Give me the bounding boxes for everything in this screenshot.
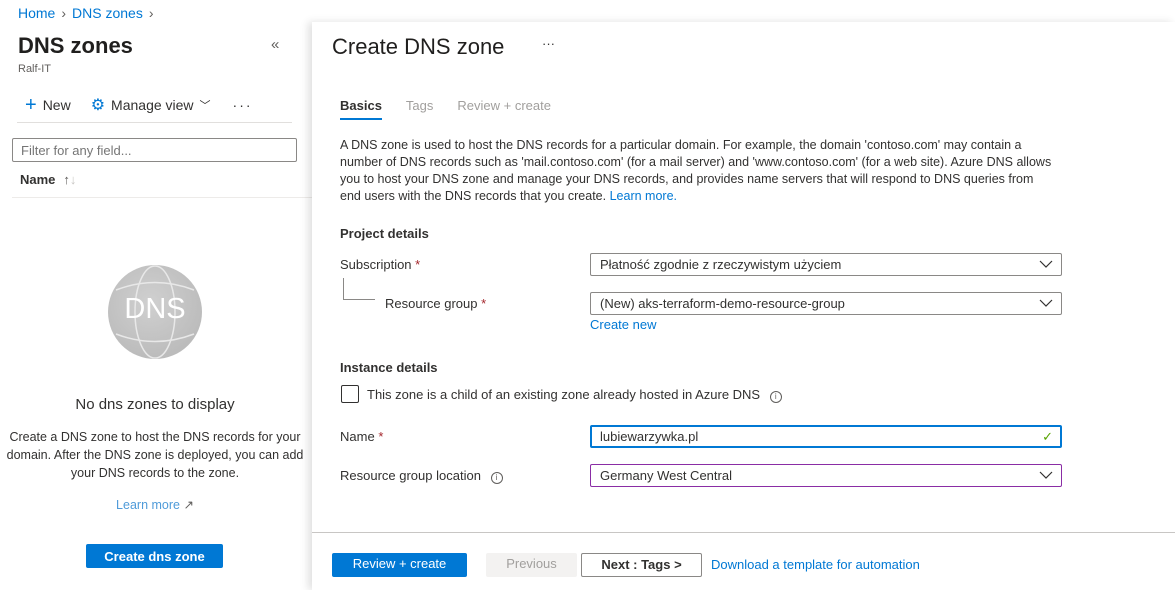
manage-view-button[interactable]: ⚙ Manage view ﹀ bbox=[91, 95, 211, 115]
location-value: Germany West Central bbox=[600, 468, 732, 483]
footer-divider bbox=[312, 532, 1175, 533]
header-divider bbox=[12, 197, 312, 198]
description: A DNS zone is used to host the DNS recor… bbox=[340, 137, 1055, 205]
chevron-down-icon bbox=[1039, 260, 1053, 268]
sort-icon: ↑↓ bbox=[63, 172, 77, 187]
resource-group-label: Resource group * bbox=[385, 296, 487, 311]
checkmark-icon: ✓ bbox=[1042, 429, 1053, 444]
dns-zones-panel: Home › DNS zones › DNS zones « Ralf-IT + Ne… bbox=[0, 0, 312, 590]
learn-more-link[interactable]: Learn more. bbox=[610, 189, 677, 203]
download-template-link[interactable]: Download a template for automation bbox=[711, 557, 920, 572]
previous-button[interactable]: Previous bbox=[486, 553, 577, 577]
chevron-right-icon: › bbox=[61, 5, 67, 21]
subscription-subtitle: Ralf-IT bbox=[18, 63, 51, 75]
gear-icon: ⚙ bbox=[90, 97, 106, 114]
plus-icon: + bbox=[25, 94, 37, 116]
tree-connector bbox=[343, 278, 375, 300]
resource-group-value: (New) aks-terraform-demo-resource-group bbox=[600, 296, 845, 311]
tabs: Basics Tags Review + create bbox=[340, 98, 551, 120]
chevron-right-icon: › bbox=[148, 5, 154, 21]
chevron-down-icon: ﹀ bbox=[199, 100, 211, 112]
child-zone-checkbox[interactable] bbox=[341, 385, 359, 403]
subscription-label: Subscription * bbox=[340, 257, 421, 272]
page-title: DNS zones bbox=[18, 33, 133, 58]
tab-basics[interactable]: Basics bbox=[340, 98, 382, 120]
description-text: A DNS zone is used to host the DNS recor… bbox=[340, 138, 1052, 203]
toolbar-divider bbox=[17, 122, 292, 123]
child-zone-label: This zone is a child of an existing zone… bbox=[367, 387, 782, 403]
dns-globe-icon: DNS bbox=[108, 265, 202, 359]
project-details-heading: Project details bbox=[340, 226, 429, 241]
create-dns-zone-button[interactable]: Create dns zone bbox=[86, 544, 223, 568]
tab-review-create[interactable]: Review + create bbox=[457, 98, 551, 120]
create-dns-zone-blade: Create DNS zone ··· Basics Tags Review +… bbox=[312, 22, 1175, 590]
toolbar: + New ⚙ Manage view ﹀ ··· bbox=[25, 95, 253, 115]
create-new-link[interactable]: Create new bbox=[590, 317, 656, 332]
learn-more-label: Learn more bbox=[116, 498, 180, 512]
column-name-label: Name bbox=[20, 172, 56, 187]
review-create-button[interactable]: Review + create bbox=[332, 553, 467, 577]
column-header-name[interactable]: Name ↑↓ bbox=[20, 172, 76, 187]
manage-view-label: Manage view bbox=[111, 97, 194, 113]
tab-tags[interactable]: Tags bbox=[406, 98, 433, 120]
breadcrumb-dns-zones[interactable]: DNS zones bbox=[72, 5, 143, 21]
more-icon[interactable]: ··· bbox=[233, 97, 253, 113]
filter-input[interactable] bbox=[12, 138, 297, 162]
location-label: Resource group location i bbox=[340, 468, 503, 484]
name-label: Name * bbox=[340, 429, 384, 444]
more-icon[interactable]: ··· bbox=[542, 36, 555, 51]
empty-title: No dns zones to display bbox=[75, 396, 235, 413]
chevron-down-icon bbox=[1039, 299, 1053, 307]
instance-details-heading: Instance details bbox=[340, 360, 438, 375]
subscription-dropdown[interactable]: Płatność zgodnie z rzeczywistym użyciem bbox=[590, 253, 1062, 276]
info-icon[interactable]: i bbox=[769, 391, 782, 403]
collapse-icon[interactable]: « bbox=[271, 36, 279, 53]
dns-logo-text: DNS bbox=[124, 293, 186, 325]
subscription-value: Płatność zgodnie z rzeczywistym użyciem bbox=[600, 257, 842, 272]
blade-title: Create DNS zone bbox=[332, 34, 505, 59]
next-tags-button[interactable]: Next : Tags > bbox=[581, 553, 702, 577]
learn-more-link[interactable]: Learn more ↗ bbox=[0, 497, 310, 512]
empty-description: Create a DNS zone to host the DNS record… bbox=[6, 430, 304, 480]
info-icon[interactable]: i bbox=[490, 472, 503, 484]
new-button[interactable]: + New bbox=[25, 94, 71, 116]
name-input[interactable]: lubiewarzywka.pl ✓ bbox=[590, 425, 1062, 448]
breadcrumb: Home › DNS zones › bbox=[18, 5, 154, 21]
breadcrumb-home[interactable]: Home bbox=[18, 5, 55, 21]
name-value: lubiewarzywka.pl bbox=[600, 429, 699, 444]
chevron-down-icon bbox=[1039, 471, 1053, 479]
resource-group-dropdown[interactable]: (New) aks-terraform-demo-resource-group bbox=[590, 292, 1062, 315]
external-link-icon: ↗ bbox=[183, 498, 194, 512]
location-dropdown[interactable]: Germany West Central bbox=[590, 464, 1062, 487]
new-label: New bbox=[42, 97, 71, 113]
